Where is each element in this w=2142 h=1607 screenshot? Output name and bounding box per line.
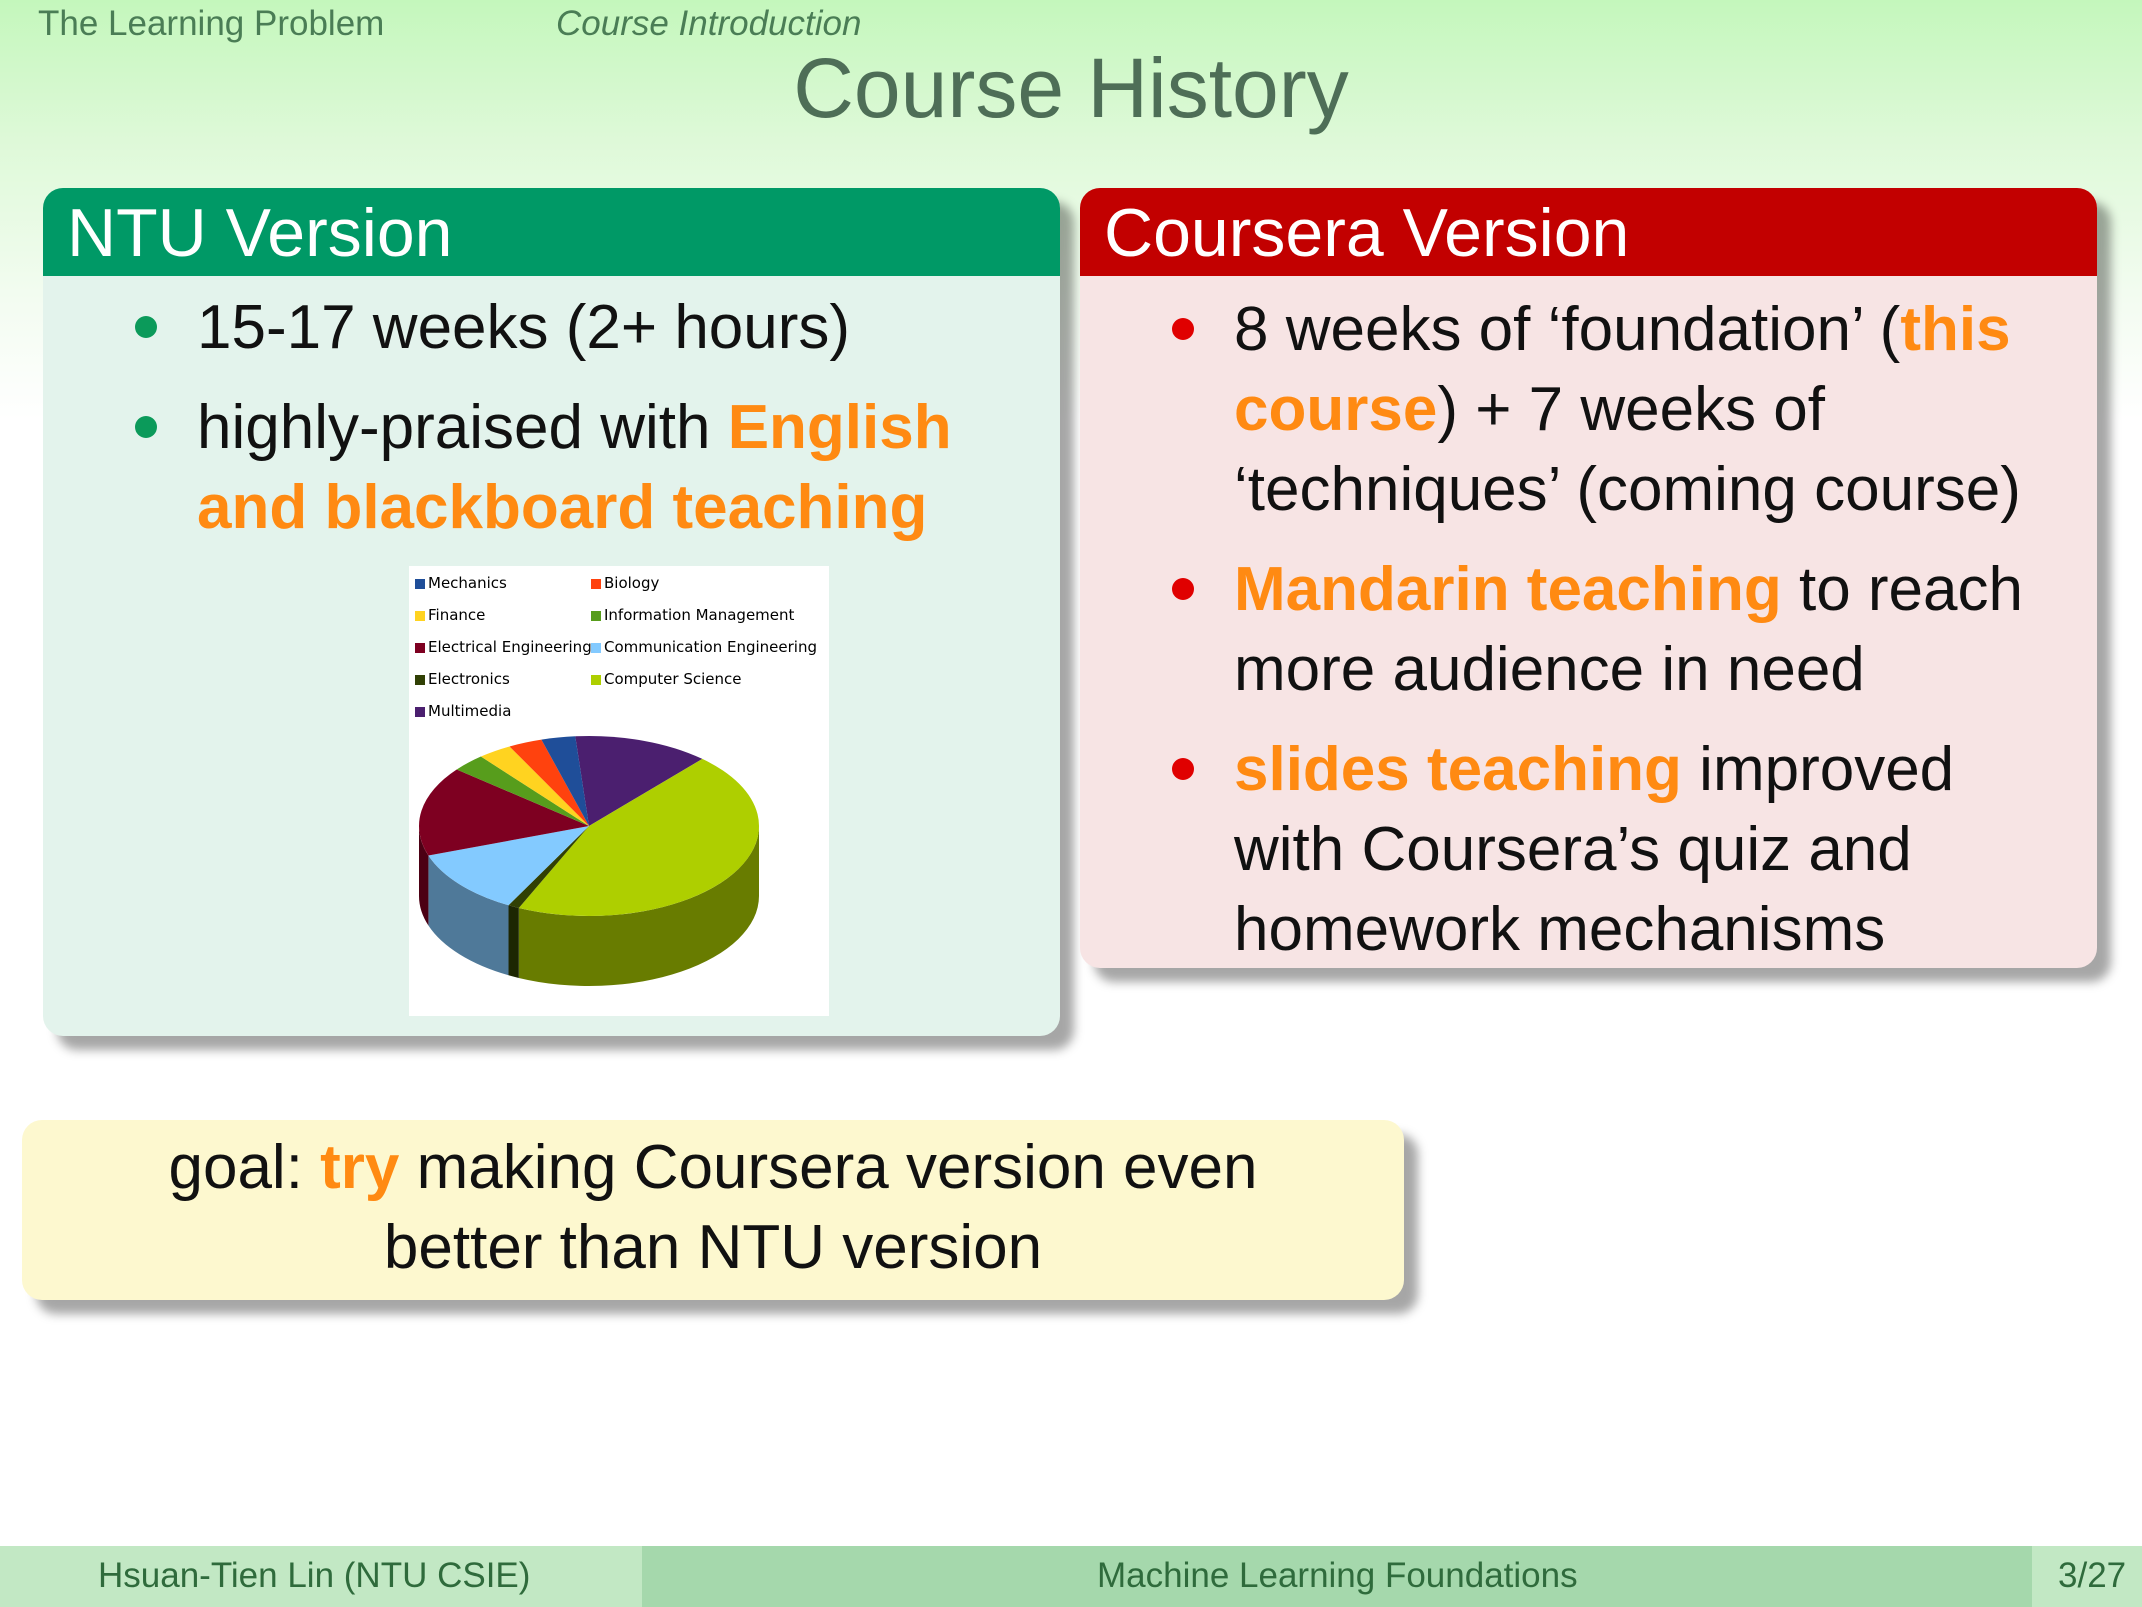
legend-label: Communication Engineering xyxy=(604,638,817,656)
footer-page-number: 3/27 xyxy=(2058,1556,2127,1595)
list-item: slides teaching improved with Coursera’s… xyxy=(1172,730,2054,968)
ntu-version-block: NTU Version 15-17 weeks (2+ hours) highl… xyxy=(43,188,1060,1036)
legend-swatch xyxy=(415,579,425,589)
coursera-item-1-text: 8 weeks of ‘foundation’ ( xyxy=(1234,295,1901,364)
coursera-item-3-highlight: slides teaching xyxy=(1234,735,1682,804)
goal-rest: making Coursera version even better than… xyxy=(383,1133,1258,1282)
department-pie-chart: Mechanics Biology Finance Information Manag… xyxy=(409,566,829,1016)
legend-swatch xyxy=(591,611,601,621)
footer-course: Machine Learning Foundations xyxy=(1097,1556,1578,1595)
list-item: highly-praised with English and blackboa… xyxy=(135,388,1037,548)
header-section: The Learning Problem xyxy=(38,4,385,43)
legend-label: Biology xyxy=(604,574,660,592)
footer-author: Hsuan-Tien Lin (NTU CSIE) xyxy=(98,1556,531,1595)
legend-label: Computer Science xyxy=(604,670,741,688)
list-item: 8 weeks of ‘foundation’ (this course) + … xyxy=(1172,290,2054,530)
footer-course-cell: Machine Learning Foundations xyxy=(642,1546,2032,1607)
goal-text: goal: try making Coursera version even b… xyxy=(153,1128,1273,1288)
legend-label: Multimedia xyxy=(428,702,511,720)
legend-swatch xyxy=(415,675,425,685)
goal-block: goal: try making Coursera version even b… xyxy=(22,1120,1404,1300)
footer-author-cell: Hsuan-Tien Lin (NTU CSIE) xyxy=(0,1546,642,1607)
legend-label: Information Management xyxy=(604,606,795,624)
pie-chart-svg: Mechanics Biology Finance Information Manag… xyxy=(415,574,817,986)
legend-label: Mechanics xyxy=(428,574,507,592)
coursera-item-2-highlight: Mandarin teaching xyxy=(1234,555,1782,624)
legend-swatch xyxy=(591,643,601,653)
header-subsection: Course Introduction xyxy=(556,4,862,43)
ntu-item-1: 15-17 weeks (2+ hours) xyxy=(197,293,851,362)
bullet-icon xyxy=(135,416,157,438)
coursera-bullet-list: 8 weeks of ‘foundation’ (this course) + … xyxy=(1172,290,2054,968)
ntu-bullet-list: 15-17 weeks (2+ hours) highly-praised wi… xyxy=(135,288,1037,568)
coursera-version-block: Coursera Version 8 weeks of ‘foundation’… xyxy=(1080,188,2097,968)
legend-swatch xyxy=(415,707,425,717)
bullet-icon xyxy=(1172,318,1194,340)
ntu-block-heading: NTU Version xyxy=(43,188,1060,276)
slide-title: Course History xyxy=(793,41,1349,135)
bullet-icon xyxy=(1172,578,1194,600)
legend-label: Electrical Engineering xyxy=(428,638,592,656)
legend-label: Electronics xyxy=(428,670,510,688)
legend-swatch xyxy=(415,611,425,621)
footer: Hsuan-Tien Lin (NTU CSIE) Machine Learni… xyxy=(0,1546,2142,1607)
coursera-block-heading: Coursera Version xyxy=(1080,188,2097,276)
bullet-icon xyxy=(135,316,157,338)
goal-highlight: try xyxy=(320,1133,400,1202)
ntu-item-2-text: highly-praised with xyxy=(197,393,728,462)
legend-swatch xyxy=(591,675,601,685)
list-item: Mandarin teaching to reach more audience… xyxy=(1172,550,2054,710)
footer-page-cell: 3/27 xyxy=(2032,1546,2142,1607)
goal-prefix: goal: xyxy=(168,1133,321,1202)
legend-swatch xyxy=(591,579,601,589)
bullet-icon xyxy=(1172,758,1194,780)
legend-label: Finance xyxy=(428,606,485,624)
list-item: 15-17 weeks (2+ hours) xyxy=(135,288,1037,368)
legend-swatch xyxy=(415,643,425,653)
pie-slice-side xyxy=(508,905,519,978)
